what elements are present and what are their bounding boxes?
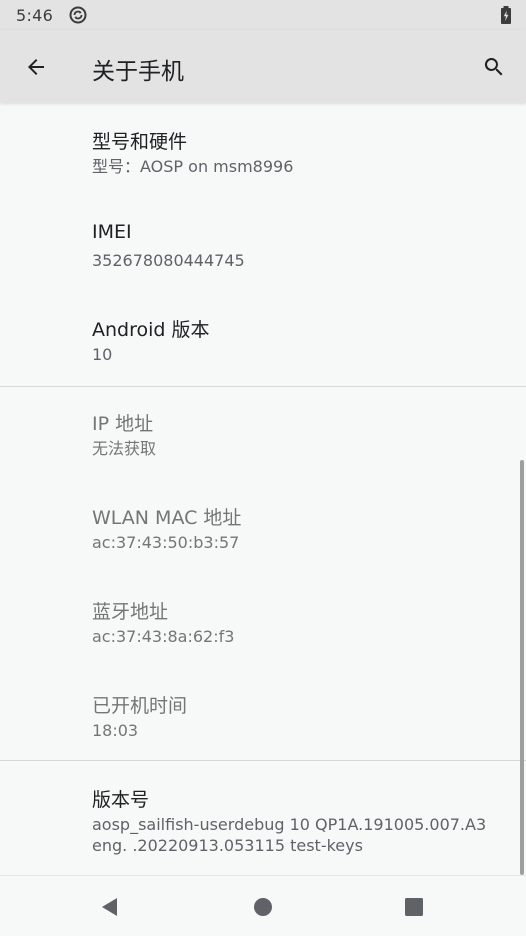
item-title: 已开机时间 bbox=[92, 695, 188, 717]
item-title: WLAN MAC 地址 bbox=[92, 507, 242, 529]
item-title: 蓝牙地址 bbox=[92, 601, 169, 623]
nav-back-triangle-icon[interactable] bbox=[95, 892, 125, 922]
list-item-ip-address: IP 地址 无法获取 bbox=[0, 385, 526, 479]
list-item-imei[interactable]: IMEI 352678080444745 bbox=[0, 197, 526, 291]
list-item-bluetooth-address: 蓝牙地址 ac:37:43:8a:62:f3 bbox=[0, 573, 526, 667]
item-summary-line-2: eng. .20220913.053115 test-keys bbox=[92, 836, 363, 855]
app-bar: 关于手机 bbox=[0, 30, 526, 103]
item-title: 型号和硬件 bbox=[92, 131, 188, 153]
list-item-model-hardware[interactable]: 型号和硬件 型号：AOSP on msm8996 bbox=[0, 103, 526, 197]
sync-icon bbox=[69, 6, 87, 24]
item-summary: ac:37:43:8a:62:f3 bbox=[92, 627, 235, 646]
item-summary: ac:37:43:50:b3:57 bbox=[92, 533, 240, 552]
list-item-android-version[interactable]: Android 版本 10 bbox=[0, 291, 526, 385]
nav-home-circle-icon[interactable] bbox=[248, 892, 278, 922]
arrow-back-icon[interactable] bbox=[18, 49, 54, 85]
list-item-build-number[interactable]: 版本号 aosp_sailfish-userdebug 10 QP1A.1910… bbox=[0, 761, 526, 875]
status-bar: 5:46 bbox=[0, 0, 526, 30]
settings-list[interactable]: 型号和硬件 型号：AOSP on msm8996 IMEI 3526780804… bbox=[0, 103, 526, 875]
status-time: 5:46 bbox=[16, 5, 54, 25]
search-icon[interactable] bbox=[476, 49, 512, 85]
item-title: IP 地址 bbox=[92, 413, 154, 435]
list-item-wlan-mac: WLAN MAC 地址 ac:37:43:50:b3:57 bbox=[0, 479, 526, 573]
nav-recents-square-icon[interactable] bbox=[399, 892, 429, 922]
navigation-bar bbox=[0, 875, 526, 936]
item-summary: 型号：AOSP on msm8996 bbox=[92, 157, 294, 176]
page-title: 关于手机 bbox=[92, 59, 184, 85]
item-summary-line-1: aosp_sailfish-userdebug 10 QP1A.191005.0… bbox=[92, 815, 487, 834]
item-summary: 无法获取 bbox=[92, 439, 157, 458]
item-summary: 352678080444745 bbox=[92, 251, 245, 270]
item-title: Android 版本 bbox=[92, 319, 210, 341]
item-summary: 18:03 bbox=[92, 721, 139, 740]
scrollbar[interactable] bbox=[520, 460, 524, 875]
item-title: IMEI bbox=[92, 221, 132, 243]
item-summary: 10 bbox=[92, 345, 113, 364]
list-item-uptime: 已开机时间 18:03 bbox=[0, 667, 526, 761]
item-title: 版本号 bbox=[92, 789, 150, 811]
battery-icon bbox=[500, 6, 512, 24]
